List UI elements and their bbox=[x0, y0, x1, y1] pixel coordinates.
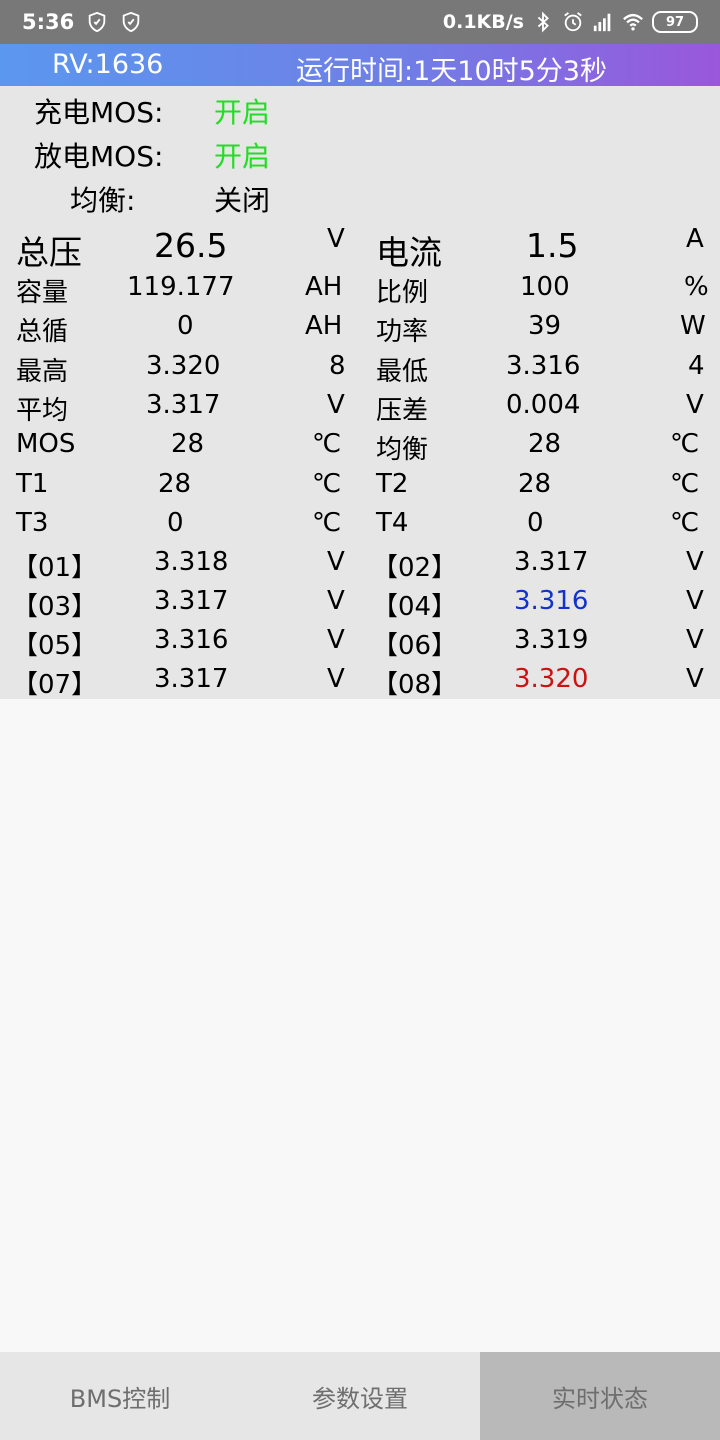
current-value: 1.5 bbox=[526, 226, 579, 265]
power-unit: W bbox=[680, 311, 706, 341]
charge-mos-label: 充电MOS: bbox=[34, 96, 164, 129]
device-header: RV:1636 运行时间:1天10时5分3秒 bbox=[0, 44, 720, 87]
battery-icon: 97 bbox=[652, 11, 698, 33]
min-cell-index: 4 bbox=[688, 351, 705, 381]
capacity-value: 119.177 bbox=[127, 272, 235, 302]
tab-realtime-status[interactable]: 实时状态 bbox=[480, 1352, 720, 1440]
cell-05-value: 3.316 bbox=[154, 625, 229, 655]
bluetooth-icon bbox=[537, 11, 549, 33]
cell-06-value: 3.319 bbox=[514, 625, 589, 655]
cycles-unit: AH bbox=[305, 311, 343, 341]
realtime-panel: 充电MOS: 开启 放电MOS: 开启 均衡: 关闭 总压 26.5 V 电流 … bbox=[0, 86, 720, 700]
t2-unit: ℃ bbox=[670, 469, 700, 499]
max-cell-index: 8 bbox=[329, 351, 346, 381]
charge-mos-value: 开启 bbox=[214, 96, 271, 129]
tab-parameter-settings[interactable]: 参数设置 bbox=[240, 1352, 480, 1440]
power-value: 39 bbox=[528, 311, 562, 341]
rv-label: RV:1636 bbox=[52, 49, 164, 80]
ratio-label: 比例 bbox=[376, 278, 429, 308]
t1-value: 28 bbox=[158, 469, 192, 499]
cell-02-value: 3.317 bbox=[514, 547, 589, 577]
delta-unit: V bbox=[686, 390, 704, 420]
average-label: 平均 bbox=[16, 396, 69, 426]
balance-temp-value: 28 bbox=[528, 429, 562, 459]
min-cell-value: 3.316 bbox=[506, 351, 581, 381]
cell-05-label: 【05】 bbox=[12, 631, 98, 661]
balance-value: 关闭 bbox=[214, 184, 271, 217]
cell-03-unit: V bbox=[327, 586, 345, 616]
cell-01-label: 【01】 bbox=[12, 553, 98, 583]
net-speed: 0.1KB/s bbox=[442, 11, 524, 33]
t3-unit: ℃ bbox=[312, 508, 342, 538]
current-label: 电流 bbox=[376, 233, 442, 272]
cycles-value: 0 bbox=[177, 311, 194, 341]
capacity-label: 容量 bbox=[16, 278, 69, 308]
max-cell-label: 最高 bbox=[16, 357, 69, 387]
status-bar: 5:36 0.1KB/s 97 bbox=[0, 0, 720, 44]
cell-06-unit: V bbox=[686, 625, 704, 655]
average-value: 3.317 bbox=[146, 390, 221, 420]
cell-02-unit: V bbox=[686, 547, 704, 577]
cell-06-label: 【06】 bbox=[372, 631, 458, 661]
max-cell-value: 3.320 bbox=[146, 351, 221, 381]
cell-08-unit: V bbox=[686, 664, 704, 694]
t4-value: 0 bbox=[527, 508, 544, 538]
t2-value: 28 bbox=[518, 469, 552, 499]
cell-02-label: 【02】 bbox=[372, 553, 458, 583]
cell-01-unit: V bbox=[327, 547, 345, 577]
total-voltage-label: 总压 bbox=[16, 233, 82, 272]
current-unit: A bbox=[686, 224, 704, 254]
cell-03-label: 【03】 bbox=[12, 592, 98, 622]
delta-value: 0.004 bbox=[506, 390, 581, 420]
alarm-icon bbox=[564, 12, 582, 32]
cell-07-label: 【07】 bbox=[12, 670, 98, 700]
cell-04-unit: V bbox=[686, 586, 704, 616]
average-unit: V bbox=[327, 390, 345, 420]
power-label: 功率 bbox=[376, 317, 429, 347]
discharge-mos-label: 放电MOS: bbox=[34, 140, 164, 173]
discharge-mos-value: 开启 bbox=[214, 140, 271, 173]
signal-icon bbox=[593, 13, 611, 32]
mos-temp-label: MOS bbox=[16, 429, 76, 459]
cell-07-unit: V bbox=[327, 664, 345, 694]
min-cell-label: 最低 bbox=[376, 357, 429, 387]
tab-bms-control[interactable]: BMS控制 bbox=[0, 1352, 240, 1440]
ratio-unit: % bbox=[684, 272, 709, 302]
t2-label: T2 bbox=[376, 469, 409, 499]
t1-unit: ℃ bbox=[312, 469, 342, 499]
clock: 5:36 bbox=[22, 10, 75, 34]
cell-01-value: 3.318 bbox=[154, 547, 229, 577]
cell-08-value: 3.320 bbox=[514, 664, 589, 694]
balance-label: 均衡: bbox=[70, 184, 136, 217]
cell-04-value: 3.316 bbox=[514, 586, 589, 616]
t1-label: T1 bbox=[16, 469, 49, 499]
delta-label: 压差 bbox=[376, 396, 429, 426]
cell-05-unit: V bbox=[327, 625, 345, 655]
t4-unit: ℃ bbox=[670, 508, 700, 538]
capacity-unit: AH bbox=[305, 272, 343, 302]
mos-temp-value: 28 bbox=[171, 429, 205, 459]
t3-value: 0 bbox=[167, 508, 184, 538]
total-voltage-value: 26.5 bbox=[154, 226, 228, 265]
balance-temp-unit: ℃ bbox=[670, 429, 700, 459]
mos-temp-unit: ℃ bbox=[312, 429, 342, 459]
balance-temp-label: 均衡 bbox=[376, 435, 429, 465]
cell-04-label: 【04】 bbox=[372, 592, 458, 622]
wifi-icon bbox=[623, 13, 643, 31]
shield-icon bbox=[122, 11, 140, 33]
runtime-label: 运行时间:1天10时5分3秒 bbox=[296, 56, 607, 87]
cell-03-value: 3.317 bbox=[154, 586, 229, 616]
cycles-label: 总循 bbox=[16, 317, 69, 347]
total-voltage-unit: V bbox=[327, 224, 345, 254]
t3-label: T3 bbox=[16, 508, 49, 538]
bottom-nav: BMS控制 参数设置 实时状态 bbox=[0, 1352, 720, 1440]
t4-label: T4 bbox=[376, 508, 409, 538]
cell-08-label: 【08】 bbox=[372, 670, 458, 700]
ratio-value: 100 bbox=[520, 272, 570, 302]
cell-07-value: 3.317 bbox=[154, 664, 229, 694]
shield-icon bbox=[88, 11, 106, 33]
